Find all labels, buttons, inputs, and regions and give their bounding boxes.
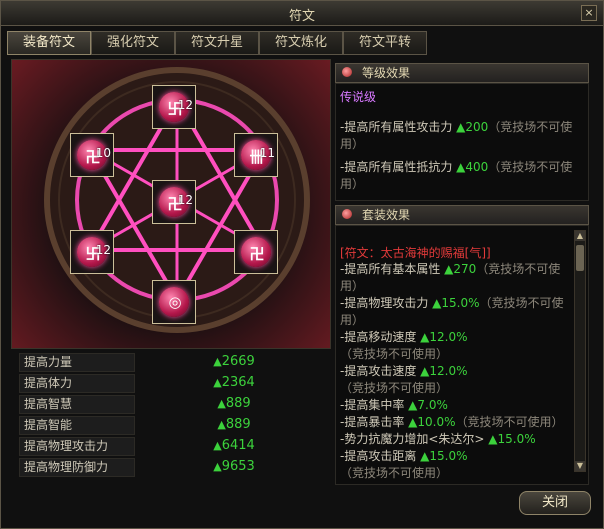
stat-value: 889: [139, 416, 329, 433]
stat-label: 提高物理防御力: [19, 458, 135, 477]
effect-text: -提高攻击速度: [340, 364, 421, 378]
rune-slot-center[interactable]: 卍 12: [152, 180, 196, 224]
scroll-up-icon[interactable]: ▲: [575, 231, 585, 241]
tab-rune-refine[interactable]: 符文炼化: [259, 31, 343, 55]
stat-label: 提高体力: [19, 374, 135, 393]
stat-value: 2669: [139, 353, 329, 370]
stat-row: 提高力量 2669: [19, 351, 331, 372]
scroll-down-icon[interactable]: ▼: [575, 461, 585, 471]
effect-value: ▲15.0%: [420, 449, 468, 463]
tab-rune-transfer[interactable]: 符文平转: [343, 31, 427, 55]
set-effect-heading: 套装效果: [362, 208, 411, 222]
effect-text: -势力抗魔力增加<朱达尔>: [340, 432, 489, 446]
level-effect-line: -提高所有属性攻击力 ▲200（竞技场不可使用）: [340, 119, 584, 153]
effect-text: -提高暴击率: [340, 415, 409, 429]
set-name: [符文：太古海神的赐福[气]]: [340, 246, 491, 260]
stat-label: 提高物理攻击力: [19, 437, 135, 456]
effect-value: ▲15.0%: [432, 296, 480, 310]
effect-value: ▲15.0%: [488, 432, 536, 446]
effect-value: ▲7.0%: [408, 398, 448, 412]
effect-value: ▲12.0%: [420, 330, 468, 344]
effect-text: -提高所有属性攻击力: [340, 120, 457, 134]
effect-text: -提高集中率: [340, 398, 409, 412]
stat-row: 提高物理防御力 9653: [19, 456, 331, 477]
level-effect-header: 等级效果: [335, 63, 589, 83]
rune-slot-lower-left[interactable]: 卐 12: [70, 230, 114, 274]
set-effect-header: 套装效果: [335, 205, 589, 225]
set-effect-scrollbar[interactable]: ▲ ▼: [574, 230, 586, 472]
set-effect-line: -提高所有基本属性 ▲270（竞技场不可使用）: [340, 261, 572, 295]
effect-text: -提高所有基本属性: [340, 262, 445, 276]
set-effect-line: -提高暴击率 ▲10.0%（竞技场不可使用）: [340, 414, 572, 431]
effect-text: -提高物理攻击力: [340, 296, 433, 310]
scroll-thumb[interactable]: [576, 245, 584, 271]
set-effect-line: -提高攻击速度 ▲12.0% （竞技场不可使用）: [340, 363, 572, 397]
stat-value: 9653: [139, 458, 329, 475]
stat-value: 2364: [139, 374, 329, 391]
set-effect-line: -势力抗魔力增加<朱达尔> ▲15.0%: [340, 431, 572, 448]
effect-value: ▲400: [456, 160, 489, 174]
rune-level: 11: [259, 146, 275, 160]
tab-rune-star[interactable]: 符文升星: [175, 31, 259, 55]
tab-enhance-rune[interactable]: 强化符文: [91, 31, 175, 55]
effect-text: -提高攻击距离: [340, 449, 421, 463]
rune-slot-bottom[interactable]: ◎: [152, 280, 196, 324]
effect-note: （竞技场不可使用）: [340, 381, 449, 395]
rune-level: 12: [177, 98, 193, 112]
stat-value: 6414: [139, 437, 329, 454]
tab-equip-rune[interactable]: 装备符文: [7, 31, 91, 55]
set-effect-line: -提高移动速度 ▲12.0% （竞技场不可使用）: [340, 329, 572, 363]
close-icon[interactable]: ×: [581, 5, 597, 21]
effect-note: （竞技场不可使用）: [340, 466, 449, 480]
effect-value: ▲270: [444, 262, 477, 276]
rune-glyph: ◎: [168, 293, 182, 311]
stat-list: 提高力量 2669 提高体力 2364 提高智慧 889 提高智能 889 提高…: [19, 351, 331, 477]
effect-text: -提高所有属性抵抗力: [340, 160, 457, 174]
stat-row: 提高物理攻击力 6414: [19, 435, 331, 456]
effect-note: （竞技场不可使用）: [455, 415, 564, 429]
stat-row: 提高智能 889: [19, 414, 331, 435]
close-button[interactable]: 关闭: [519, 491, 591, 515]
effect-note: （竞技场不可使用）: [340, 347, 449, 361]
rune-slot-upper-right[interactable]: 卌 11: [234, 133, 278, 177]
rune-window: 符文 × 装备符文 强化符文 符文升星 符文炼化 符文平转 卐 12 卍 10 …: [0, 0, 604, 529]
rune-level: 10: [95, 146, 111, 160]
set-effect-line: -提高集中率 ▲7.0%: [340, 397, 572, 414]
set-effect-line: -提高物理攻击力 ▲15.0%（竞技场不可使用）: [340, 295, 572, 329]
stat-label: 提高智慧: [19, 395, 135, 414]
level-effect-heading: 等级效果: [362, 66, 411, 80]
effect-text: -提高移动速度: [340, 330, 421, 344]
effect-value: ▲200: [456, 120, 489, 134]
stat-row: 提高智慧 889: [19, 393, 331, 414]
rune-slot-lower-right[interactable]: 卍: [234, 230, 278, 274]
tier-label: 传说级: [340, 90, 377, 104]
stat-label: 提高智能: [19, 416, 135, 435]
rune-slot-top[interactable]: 卐 12: [152, 85, 196, 129]
effect-value: ▲10.0%: [408, 415, 456, 429]
stat-value: 889: [139, 395, 329, 412]
window-title: 符文: [288, 9, 315, 24]
effect-value: ▲12.0%: [420, 364, 468, 378]
stat-row: 提高体力 2364: [19, 372, 331, 393]
rune-glyph: 卍: [249, 245, 265, 263]
level-effect-line: -提高所有属性抵抗力 ▲400（竞技场不可使用）: [340, 159, 584, 193]
section-bullet-icon: [342, 67, 352, 77]
set-effect-panel: [符文：太古海神的赐福[气]] -提高所有基本属性 ▲270（竞技场不可使用） …: [335, 225, 589, 485]
title-bar[interactable]: 符文 ×: [1, 1, 603, 26]
rune-level: 12: [95, 243, 111, 257]
section-bullet-icon: [342, 209, 352, 219]
effects-column: 等级效果 传说级 -提高所有属性攻击力 ▲200（竞技场不可使用） -提高所有属…: [335, 63, 589, 485]
set-effect-line: -提高攻击距离 ▲15.0% （竞技场不可使用）: [340, 448, 572, 482]
stat-label: 提高力量: [19, 353, 135, 372]
rune-slot-upper-left[interactable]: 卍 10: [70, 133, 114, 177]
rune-circle-panel: 卐 12 卍 10 卌 11 卍 12 卐 12 卍 ◎: [11, 59, 331, 349]
rune-level: 12: [177, 193, 193, 207]
level-effect-panel: 传说级 -提高所有属性攻击力 ▲200（竞技场不可使用） -提高所有属性抵抗力 …: [335, 83, 589, 201]
